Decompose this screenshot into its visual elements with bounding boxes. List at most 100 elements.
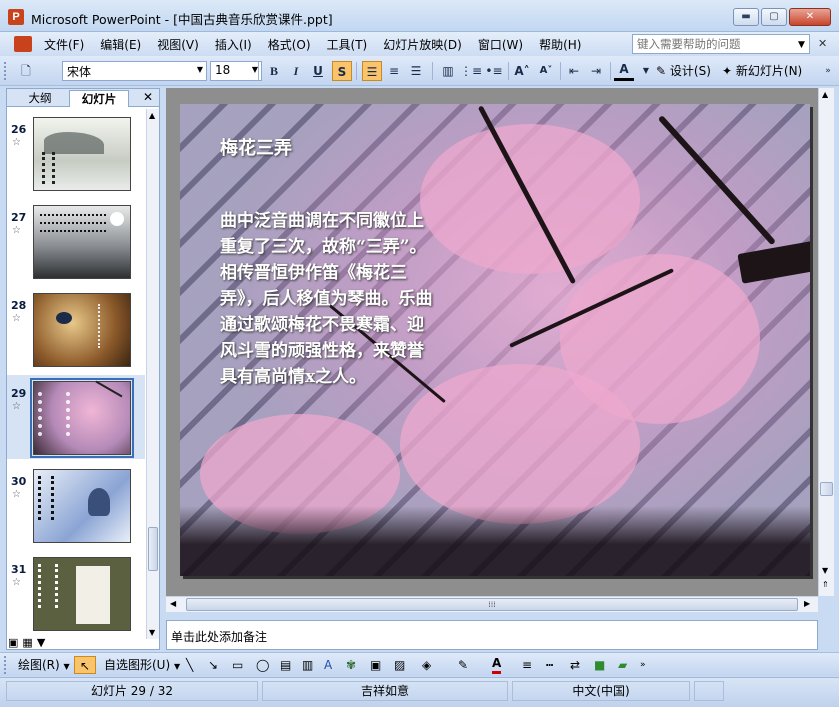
new-document-icon[interactable]: 🗋 — [16, 61, 36, 81]
scroll-right-icon[interactable]: ▶ — [804, 599, 810, 608]
menu-insert[interactable]: 插入(I) — [215, 36, 252, 53]
decrease-font-icon[interactable]: A˅ — [536, 61, 556, 81]
align-right-icon[interactable]: ☰ — [406, 61, 426, 81]
line-tool-icon[interactable]: ╲ — [186, 656, 193, 674]
vertical-textbox-icon[interactable]: ▥ — [302, 656, 313, 674]
scroll-up-icon[interactable]: ▲ — [822, 90, 828, 99]
3d-style-icon[interactable]: ▰ — [618, 656, 627, 674]
increase-font-icon[interactable]: A˄ — [512, 61, 532, 81]
numbered-list-icon[interactable]: ⋮≡ — [460, 61, 482, 81]
autoshapes-button[interactable]: 自选图形(U) ▼ — [104, 656, 180, 674]
arrow-style-icon[interactable]: ⇄ — [570, 656, 580, 674]
slide-thumbnail-29[interactable]: 29 ☆ — [7, 375, 145, 459]
close-window-button[interactable]: ✕ — [789, 8, 831, 26]
notes-pane[interactable]: 单击此处添加备注 — [166, 620, 818, 650]
shadow-button[interactable]: S — [332, 61, 352, 81]
slide-thumbnail-30[interactable]: 30 ☆ — [7, 463, 145, 547]
new-slide-button[interactable]: ✦ 新幻灯片(N) — [722, 61, 802, 81]
slide-thumbnail-31[interactable]: 31 ☆ — [7, 551, 145, 635]
scroll-down-icon[interactable]: ▼ — [822, 566, 828, 575]
align-center-icon[interactable]: ≡ — [384, 61, 404, 81]
help-search-box[interactable] — [632, 34, 810, 54]
draw-font-color-icon[interactable]: A — [492, 656, 502, 674]
help-search-input[interactable] — [633, 35, 809, 53]
shadow-style-icon[interactable]: ■ — [594, 656, 605, 674]
line-style-icon[interactable]: ≡ — [522, 656, 532, 674]
font-name-select[interactable]: 宋体 ▼ — [62, 61, 207, 81]
toolbar-options-icon[interactable]: » — [818, 61, 838, 81]
tab-outline[interactable]: 大纲 — [13, 90, 67, 107]
font-size-select[interactable]: 18 ▼ — [210, 61, 262, 81]
oval-tool-icon[interactable]: ◯ — [256, 656, 269, 674]
window-controls: ▬ ▢ ✕ — [733, 8, 831, 26]
slide-vertical-scrollbar[interactable]: ▲ ▼ ⇑ — [818, 88, 834, 596]
rectangle-tool-icon[interactable]: ▭ — [232, 656, 243, 674]
slide-horizontal-scrollbar[interactable]: ◀ ⁞⁞⁞ ▶ — [166, 596, 818, 612]
draw-menu-button[interactable]: 绘图(R) ▼ — [18, 656, 70, 674]
normal-view-icon[interactable]: ▣ — [8, 636, 18, 649]
fill-color-icon[interactable]: ◈ — [422, 656, 431, 674]
maximize-button[interactable]: ▢ — [761, 8, 787, 26]
menu-file[interactable]: 文件(F) — [44, 36, 84, 53]
pane-close-icon[interactable]: ✕ — [143, 90, 153, 104]
slide-title[interactable]: 梅花三弄 — [220, 134, 292, 160]
slide-sorter-icon[interactable]: ▦ — [22, 636, 32, 649]
slide-number: 29 — [11, 387, 27, 400]
slide-thumbnail-28[interactable]: 28 ☆ — [7, 287, 145, 371]
textbox-tool-icon[interactable]: ▤ — [280, 656, 291, 674]
design-button[interactable]: ✎ 设计(S) — [656, 61, 711, 81]
help-dropdown-icon[interactable]: ▼ — [798, 40, 805, 50]
toolbar-grip[interactable] — [4, 62, 8, 80]
dash-style-icon[interactable]: ┅ — [546, 656, 553, 674]
wordart-icon[interactable]: A — [324, 656, 332, 674]
toolbar-grip[interactable] — [4, 656, 8, 674]
previous-slide-icon[interactable]: ⇑ — [822, 580, 829, 589]
slideshow-view-icon[interactable]: ▼ — [37, 636, 45, 649]
bulleted-list-icon[interactable]: •≡ — [484, 61, 504, 81]
scrollbar-thumb[interactable] — [148, 527, 158, 571]
decrease-indent-icon[interactable]: ⇤ — [564, 61, 584, 81]
toolbar-options-icon[interactable]: » — [640, 656, 646, 674]
font-color-dropdown-icon[interactable]: ▼ — [636, 61, 656, 81]
font-color-button[interactable]: A — [614, 61, 634, 81]
arrow-tool-icon[interactable]: ↘ — [208, 656, 218, 674]
menu-edit[interactable]: 编辑(E) — [100, 36, 141, 53]
menu-tools[interactable]: 工具(T) — [327, 36, 368, 53]
menu-slideshow[interactable]: 幻灯片放映(D) — [383, 36, 462, 53]
document-close-icon[interactable]: ✕ — [818, 37, 827, 50]
menu-view[interactable]: 视图(V) — [157, 36, 199, 53]
menu-window[interactable]: 窗口(W) — [478, 36, 523, 53]
diagram-icon[interactable]: ✾ — [346, 656, 356, 674]
formatting-toolbar: 🗋 宋体 ▼ 18 ▼ B I U S ☰ ≡ ☰ ▥ ⋮≡ •≡ A˄ A˅ … — [0, 56, 839, 86]
slide-body-text[interactable]: 曲中泛音曲调在不同徽位上重复了三次，故称“三弄”。 相传晋恒伊作笛《梅花三弄》，… — [220, 208, 438, 390]
minimize-button[interactable]: ▬ — [733, 8, 759, 26]
italic-button[interactable]: I — [286, 61, 306, 81]
current-slide[interactable]: 梅花三弄 曲中泛音曲调在不同徽位上重复了三次，故称“三弄”。 相传晋恒伊作笛《梅… — [180, 104, 810, 576]
scroll-up-icon[interactable]: ▲ — [149, 111, 155, 120]
clipart-icon[interactable]: ▣ — [370, 656, 381, 674]
picture-icon[interactable]: ▨ — [394, 656, 405, 674]
underline-button[interactable]: U — [308, 61, 328, 81]
scroll-down-icon[interactable]: ▼ — [149, 628, 155, 637]
increase-indent-icon[interactable]: ⇥ — [586, 61, 606, 81]
menu-help[interactable]: 帮助(H) — [539, 36, 581, 53]
bold-button[interactable]: B — [264, 61, 284, 81]
scroll-left-icon[interactable]: ◀ — [170, 599, 176, 608]
distribute-icon[interactable]: ▥ — [438, 61, 458, 81]
scrollbar-thumb[interactable] — [820, 482, 833, 496]
menu-format[interactable]: 格式(O) — [268, 36, 311, 53]
draw-label: 绘图(R) — [18, 658, 60, 672]
line-color-icon[interactable]: ✎ — [458, 656, 468, 674]
document-icon[interactable] — [14, 36, 32, 52]
slide-thumbnail-26[interactable]: 26 ☆ — [7, 111, 145, 195]
select-pointer-icon[interactable]: ↖ — [74, 656, 96, 674]
status-design-name: 吉祥如意 — [262, 681, 508, 701]
autoshape-label: 自选图形(U) — [104, 658, 171, 672]
scrollbar-thumb[interactable]: ⁞⁞⁞ — [186, 598, 798, 611]
align-left-icon[interactable]: ☰ — [362, 61, 382, 81]
slide-thumbnail-27[interactable]: 27 ☆ — [7, 199, 145, 283]
tab-slides[interactable]: 幻灯片 — [69, 90, 129, 107]
powerpoint-app-icon[interactable]: P — [8, 9, 24, 25]
thumbnail-scrollbar[interactable]: ▲ ▼ — [146, 109, 159, 639]
chevron-down-icon[interactable]: ▼ — [197, 65, 203, 74]
